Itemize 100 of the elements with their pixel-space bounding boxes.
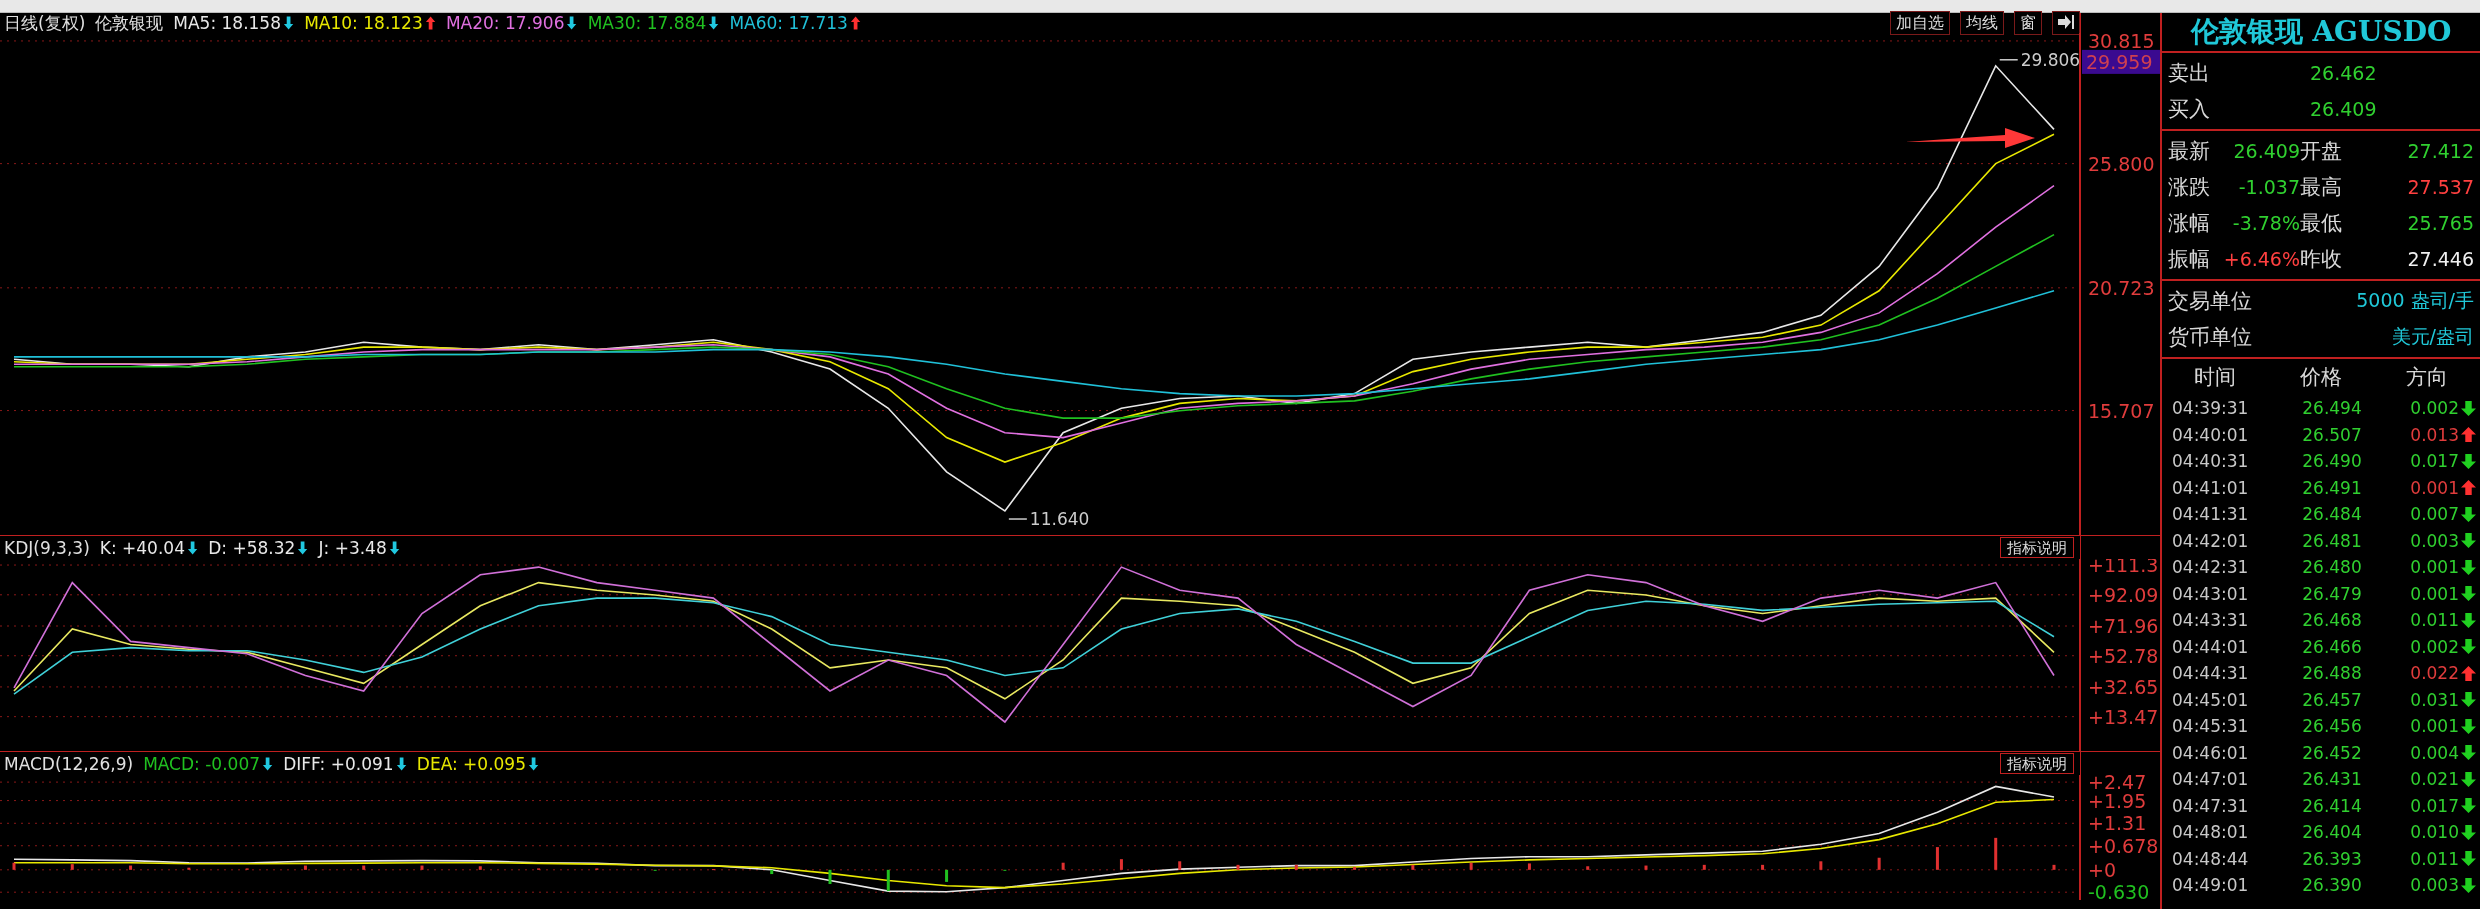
trade-price: 26.414	[2301, 795, 2363, 816]
axis-label: +92.09	[2088, 583, 2159, 606]
histogram-bar	[1353, 866, 1357, 870]
indicator-value: DIFF: +0.091	[283, 753, 394, 774]
histogram-bar	[1527, 863, 1531, 870]
trade-price: 26.480	[2301, 557, 2363, 578]
chart-period: 日线(复权)	[4, 11, 86, 35]
trade-price: 26.494	[2301, 398, 2363, 419]
trade-price: 26.393	[2301, 848, 2363, 869]
instrument-title: 伦敦银现 AGUSDO	[2189, 14, 2453, 50]
quote-value: -3.78%	[2231, 212, 2300, 234]
trade-time: 04:42:01	[2172, 530, 2250, 551]
trade-change: 0.002	[2410, 636, 2459, 657]
quote-label: 涨跌	[2168, 174, 2211, 201]
trade-price: 26.390	[2301, 875, 2363, 896]
trade-time: 04:41:01	[2172, 477, 2250, 498]
quote-value: -1.037	[2237, 176, 2300, 198]
histogram-bar	[70, 864, 74, 870]
indicator-help-button[interactable]: 指标说明	[2000, 753, 2074, 774]
collapse-button[interactable]	[2052, 11, 2080, 35]
extreme-price-label: 11.640	[1029, 509, 1090, 530]
quote-value: 26.462	[2310, 62, 2378, 84]
histogram-bar	[1702, 864, 1706, 870]
axis-label: +32.65	[2088, 675, 2159, 698]
quote-value: +6.46%	[2222, 248, 2300, 270]
indicator-name: KDJ(9,3,3)	[4, 537, 90, 558]
trade-change: 0.011	[2410, 610, 2459, 631]
trade-time: 04:39:31	[2172, 398, 2250, 419]
trade-change: 0.003	[2410, 875, 2459, 896]
trade-time: 04:40:31	[2172, 451, 2250, 472]
indicator-value: MA5: 18.158	[173, 13, 281, 33]
indicator-value: MA60: 17.713	[729, 13, 848, 33]
trade-time: 04:49:01	[2172, 875, 2250, 896]
histogram-bar	[1644, 865, 1648, 870]
quote-label: 卖出	[2168, 60, 2211, 87]
trade-price: 26.488	[2301, 663, 2363, 684]
indicator-value: MA30: 17.884	[587, 13, 707, 33]
histogram-bar	[303, 865, 307, 870]
toolbar-button[interactable]: 窗	[2014, 11, 2042, 35]
trade-time: 04:43:31	[2172, 610, 2250, 631]
quote-label: 买入	[2168, 96, 2211, 123]
extreme-price-label: 29.806	[2020, 49, 2081, 70]
quote-label: 交易单位	[2168, 288, 2252, 315]
indicator-value: D: +58.32	[208, 537, 296, 558]
trade-time: 04:47:31	[2172, 795, 2250, 816]
histogram-bar	[129, 865, 133, 870]
leader-line	[1998, 59, 2019, 61]
histogram-bar	[1411, 864, 1415, 870]
trade-price: 26.456	[2301, 716, 2363, 737]
trade-price: 26.490	[2301, 451, 2363, 472]
trade-change: 0.031	[2410, 689, 2459, 710]
trade-price: 26.457	[2301, 689, 2363, 710]
axis-label: 20.723	[2088, 276, 2155, 299]
histogram-bar	[1877, 857, 1881, 870]
quote-label: 货币单位	[2168, 324, 2252, 351]
histogram-bar	[1761, 864, 1765, 870]
axis-label: -0.630	[2088, 881, 2150, 900]
histogram-bar	[362, 865, 366, 870]
histogram-bar	[1586, 866, 1590, 870]
quote-value: 25.765	[2406, 212, 2474, 234]
quote-value: 27.537	[2406, 176, 2474, 198]
trade-price: 26.481	[2301, 530, 2363, 551]
axis-label: 25.800	[2088, 152, 2155, 175]
axis-label: 30.815	[2088, 33, 2155, 52]
indicator-name: MACD(12,26,9)	[4, 753, 134, 774]
trade-price: 26.507	[2301, 424, 2363, 445]
indicator-help-button[interactable]: 指标说明	[2000, 537, 2074, 558]
indicator-value: MACD: -0.007	[143, 753, 261, 774]
trade-change: 0.010	[2410, 822, 2459, 843]
axis-label: +71.96	[2088, 615, 2159, 637]
trade-change: 0.002	[2410, 398, 2459, 419]
quote-value: 26.409	[2310, 98, 2378, 120]
toolbar-button[interactable]: 加自选	[1890, 11, 1950, 35]
histogram-bar	[12, 862, 16, 870]
indicator-value: MA20: 17.906	[445, 13, 565, 33]
quote-label: 开盘	[2300, 138, 2343, 165]
trade-time: 04:42:31	[2172, 557, 2250, 578]
trade-change: 0.003	[2410, 530, 2459, 551]
toolbar-button[interactable]: 均线	[1960, 11, 2004, 35]
histogram-bar	[770, 869, 774, 875]
axis-label: 15.707	[2088, 399, 2155, 422]
histogram-bar	[1236, 864, 1240, 870]
quote-label: 最低	[2300, 210, 2343, 237]
histogram-bar	[1294, 864, 1298, 870]
price-marker: 29.959	[2082, 49, 2160, 74]
column-header: 价格	[2299, 364, 2343, 391]
axis-label: +1.31	[2088, 812, 2147, 835]
indicator-value: DEA: +0.095	[416, 753, 526, 774]
trade-time: 04:45:31	[2172, 716, 2250, 737]
trade-change: 0.013	[2410, 424, 2459, 445]
trade-price: 26.491	[2301, 477, 2363, 498]
quote-value: 5000 盎司/手	[2356, 288, 2474, 313]
trade-change: 0.004	[2410, 742, 2459, 763]
trade-price: 26.404	[2301, 822, 2363, 843]
trade-change: 0.022	[2410, 663, 2459, 684]
trade-change: 0.001	[2410, 583, 2459, 604]
histogram-bar	[945, 869, 949, 882]
histogram-bar	[886, 869, 890, 892]
quote-label: 振幅	[2168, 246, 2211, 273]
trade-time: 04:43:01	[2172, 583, 2250, 604]
